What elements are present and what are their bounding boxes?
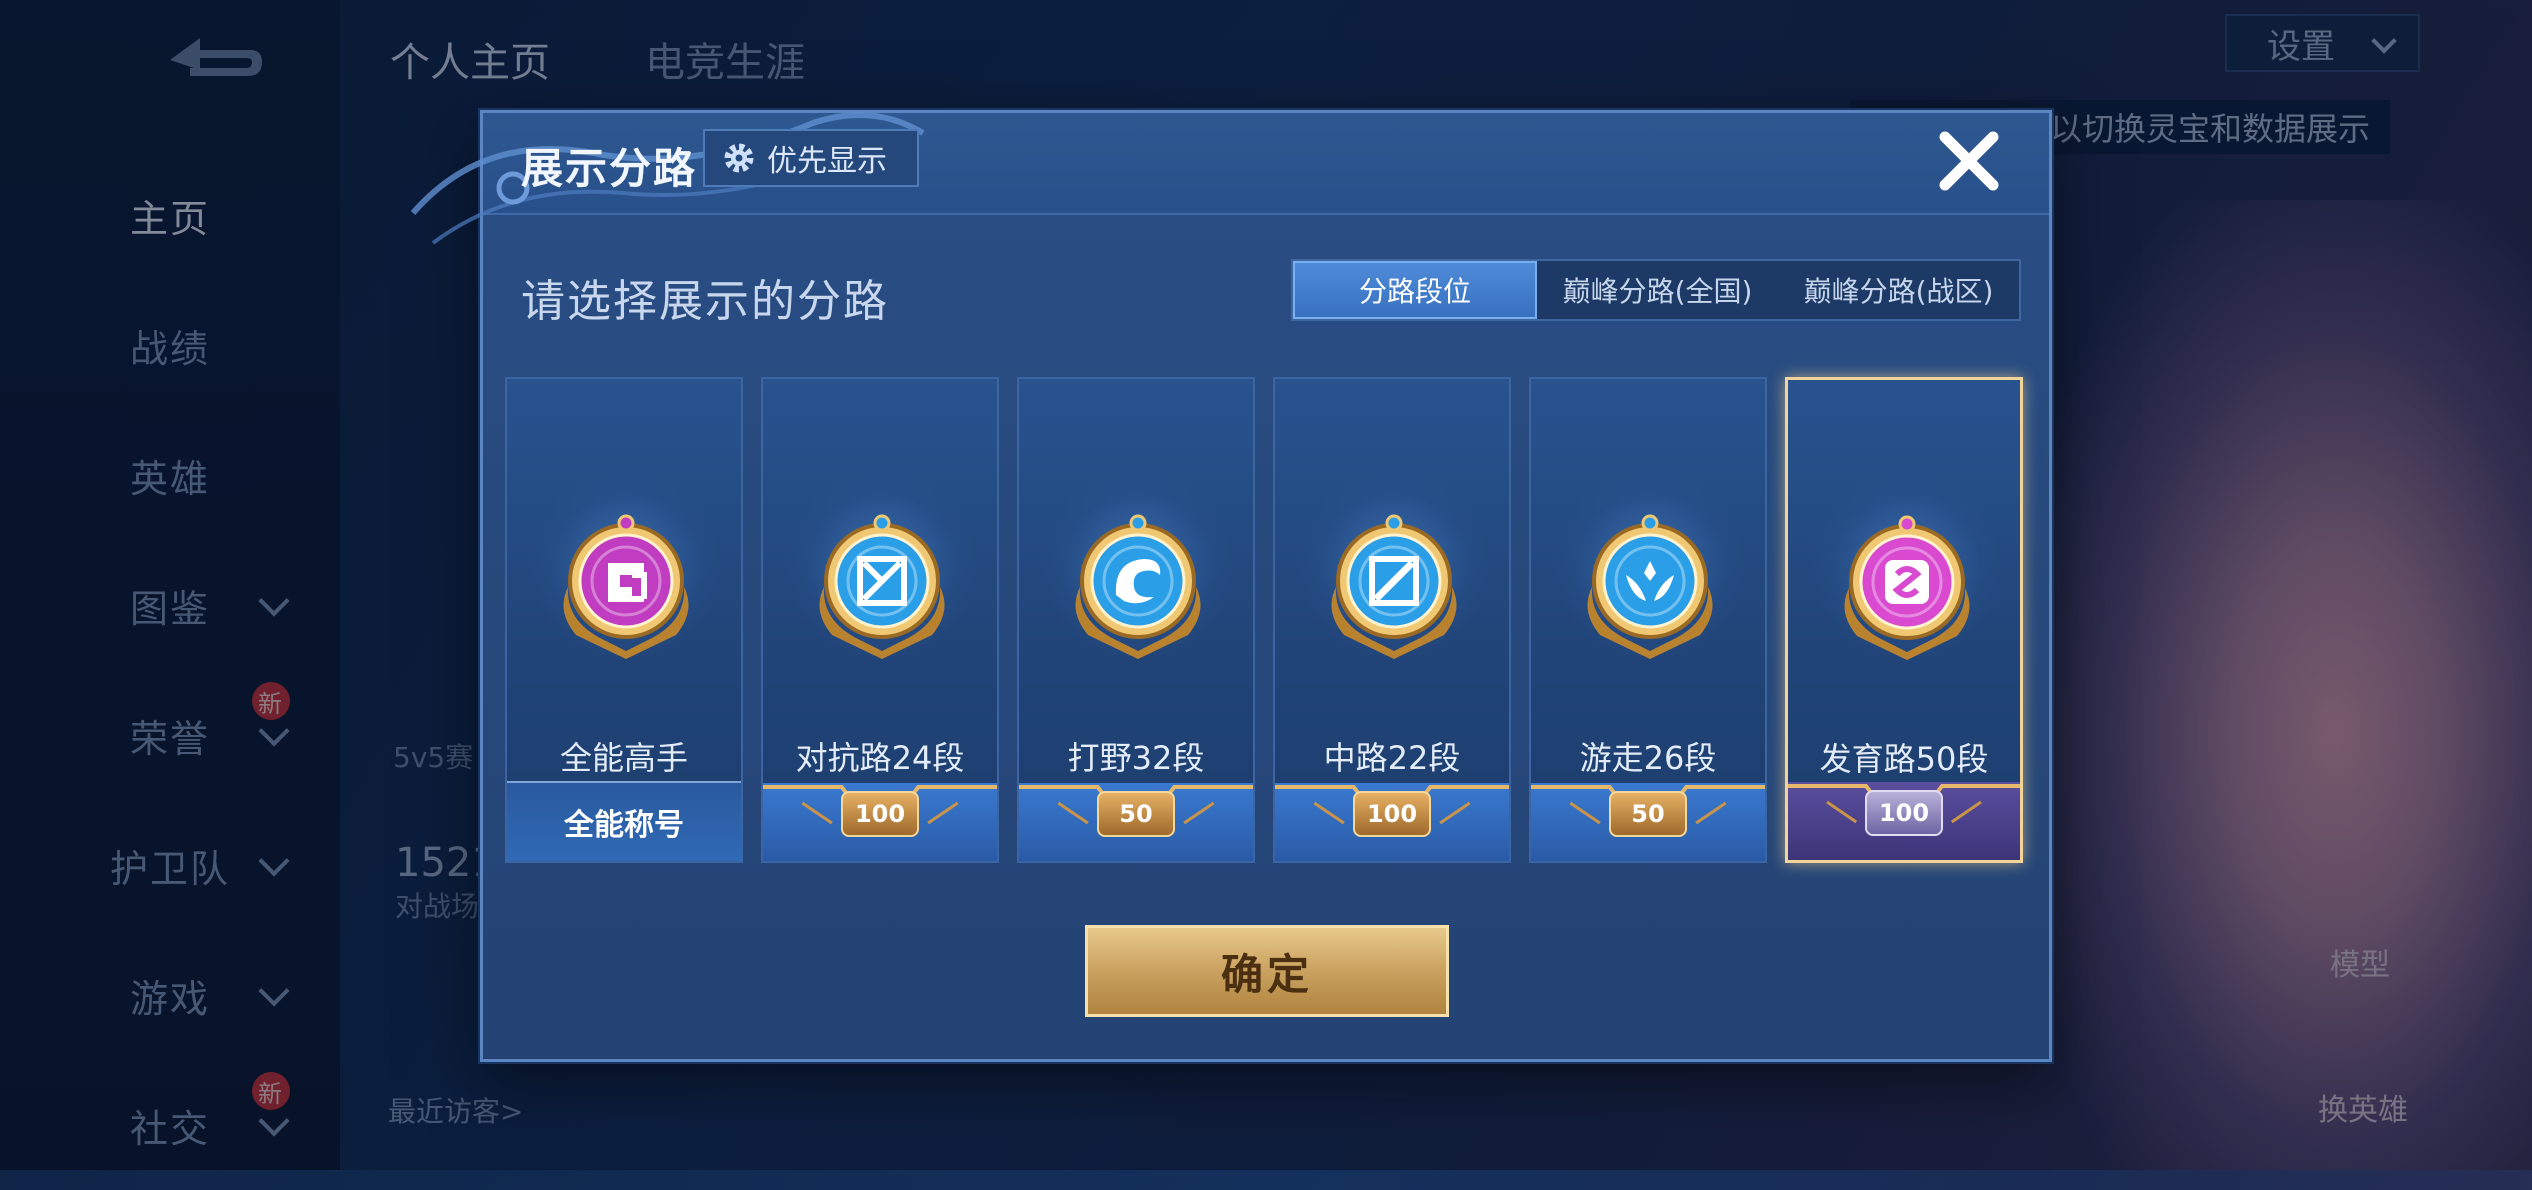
star-value-badge: 50 [1097, 791, 1175, 837]
tab-peak-lane-national[interactable]: 巅峰分路(全国) [1537, 261, 1778, 319]
lane-card[interactable]: 打野32段 50 [1017, 377, 1255, 863]
lane-card[interactable]: 发育路50段 100 [1785, 377, 2023, 863]
lane-mode-tabs: 分路段位 巅峰分路(全国) 巅峰分路(战区) [1291, 259, 2021, 321]
lane-card-subtitle: 全能称号 [507, 781, 741, 861]
priority-display-button[interactable]: 优先显示 [703, 129, 919, 187]
select-lane-prompt: 请选择展示的分路 [521, 276, 889, 327]
lane-card[interactable]: 对抗路24段 100 [761, 377, 999, 863]
lane-card-title: 发育路50段 [1819, 740, 1989, 778]
confirm-button[interactable]: 确定 [1085, 925, 1449, 1017]
mid-lane-emblem-icon [1331, 514, 1457, 659]
lane-cards: 全能高手 全能称号 对抗路24段 100 打野32段 50 中路22段 100 游走26段 50 发… [505, 377, 2023, 863]
star-value-badge: 100 [1353, 791, 1431, 837]
farm-lane-emblem-icon [1844, 515, 1970, 660]
lane-card-title: 游走26段 [1579, 739, 1717, 777]
lane-card-banner: 100 [1275, 783, 1509, 861]
star-value-badge: 100 [841, 791, 919, 837]
lane-card-title: 全能高手 [559, 739, 688, 777]
tab-peak-lane-region[interactable]: 巅峰分路(战区) [1778, 261, 2019, 319]
lane-card-title: 对抗路24段 [795, 739, 965, 777]
lane-card-title: 打野32段 [1067, 739, 1205, 777]
lane-card-banner: 50 [1531, 783, 1765, 861]
clash-lane-emblem-icon [819, 514, 945, 659]
lane-card-banner: 50 [1019, 783, 1253, 861]
lane-card-title: 中路22段 [1323, 739, 1461, 777]
all-round-emblem-icon [563, 514, 689, 659]
close-icon[interactable] [1929, 121, 2009, 201]
lane-card-banner: 100 [763, 783, 997, 861]
star-value-badge: 50 [1609, 791, 1687, 837]
star-value-badge: 100 [1865, 790, 1943, 836]
jungle-dragon-emblem-icon [1075, 514, 1201, 659]
lane-card-banner: 100 [1788, 782, 2020, 860]
roam-wings-emblem-icon [1587, 514, 1713, 659]
lane-card[interactable]: 全能高手 全能称号 [505, 377, 743, 863]
priority-display-label: 优先显示 [767, 144, 887, 179]
lane-card[interactable]: 游走26段 50 [1529, 377, 1767, 863]
gear-icon [724, 143, 754, 173]
dialog-title: 展示分路 [521, 144, 698, 193]
lane-display-dialog: 展示分路 优先显示 请选择展示的分路 分路段位 巅峰分路(全国) 巅峰分路(战区… [410, 110, 2052, 1062]
tab-lane-rank[interactable]: 分路段位 [1293, 261, 1537, 319]
lane-card[interactable]: 中路22段 100 [1273, 377, 1511, 863]
